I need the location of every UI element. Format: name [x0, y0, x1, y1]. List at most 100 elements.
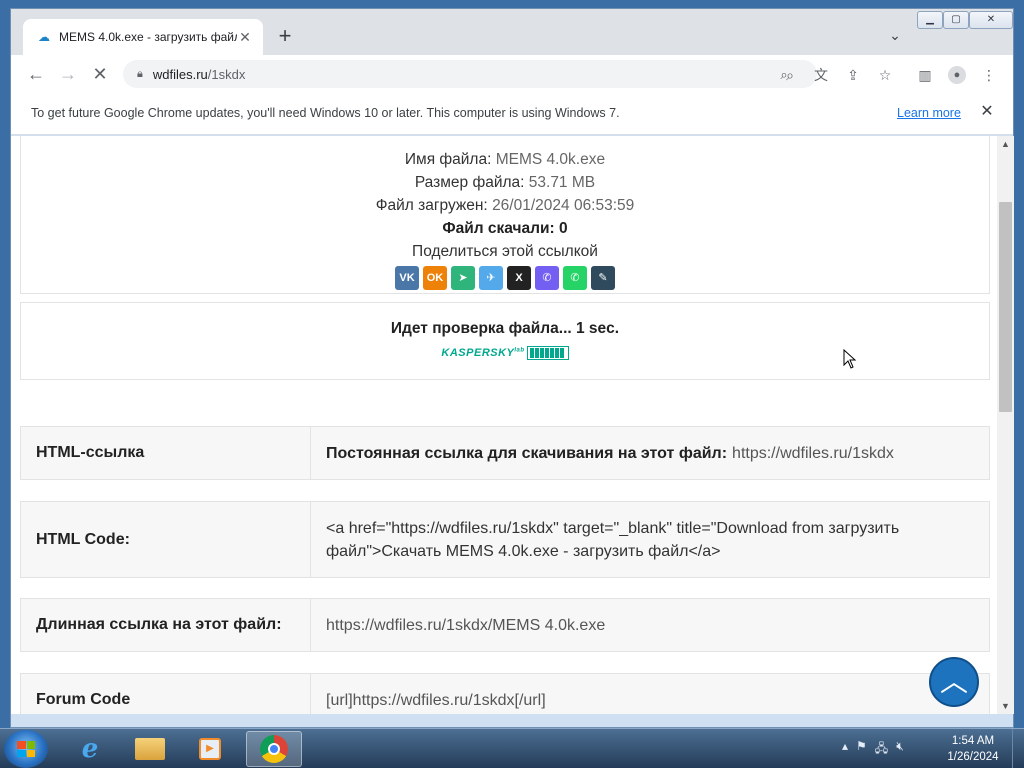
infobar-close-icon[interactable]: ✕	[977, 102, 997, 122]
long-link-value[interactable]: https://wdfiles.ru/1skdx/MEMS 4.0k.exe	[311, 599, 989, 651]
browser-tab[interactable]: ☁ MEMS 4.0k.exe - загрузить файл ✕	[23, 19, 263, 55]
url-host: wdfiles.ru	[152, 66, 208, 82]
x-twitter-icon[interactable]: X	[507, 266, 531, 290]
table-row-html-code: HTML Code: <a href="https://wdfiles.ru/1…	[20, 501, 990, 578]
progress-segment	[539, 348, 544, 358]
progress-segment	[544, 348, 549, 358]
file-uploaded-line: Файл загружен: 26/01/2024 06:53:59	[21, 194, 989, 217]
stop-loading-icon[interactable]: ✕	[89, 63, 111, 85]
start-button[interactable]	[4, 730, 48, 768]
forward-arrow-icon[interactable]: →	[57, 63, 79, 85]
odnoklassniki-icon[interactable]: OK	[423, 266, 447, 290]
file-size-label: Размер файла:	[414, 174, 525, 191]
url-text: wdfiles.ru/1skdx	[153, 67, 246, 82]
profile-avatar-icon[interactable]: ●	[948, 66, 966, 84]
file-name-value: MEMS 4.0k.exe	[495, 151, 606, 168]
row-strong-text: Постоянная ссылка для скачивания на этот…	[326, 444, 728, 462]
taskbar-clock[interactable]: 1:54 AM 1/26/2024	[938, 733, 1008, 765]
chrome-icon	[260, 735, 288, 763]
chrome-menu-icon[interactable]: ⋮	[980, 66, 998, 84]
page-viewport: Имя файла: MEMS 4.0k.exe Размер файла: 5…	[11, 136, 997, 714]
windows-taskbar: e ▶ ▴ ⚑ 🖧︎ 🔇︎ 1:54 AM 1/26/2024	[0, 728, 1024, 768]
scan-progress-bar	[526, 346, 569, 360]
scroll-down-icon[interactable]: ▼	[997, 698, 1014, 714]
table-row-html-link: HTML-ссылка Постоянная ссылка для скачив…	[20, 426, 990, 480]
html-code-value[interactable]: <a href="https://wdfiles.ru/1skdx" targe…	[311, 502, 989, 577]
file-size-line: Размер файла: 53.71 MB	[21, 171, 989, 194]
long-link-text[interactable]: https://wdfiles.ru/1skdx/MEMS 4.0k.exe	[326, 614, 605, 637]
kaspersky-logo: KASPERSKYlab	[441, 347, 525, 359]
taskbar-media-player-button[interactable]: ▶	[182, 731, 238, 767]
html-code-text[interactable]: <a href="https://wdfiles.ru/1skdx" targe…	[326, 517, 974, 563]
progress-segment	[534, 348, 539, 358]
new-tab-button[interactable]: +	[273, 25, 297, 49]
search-icon[interactable]: ⌕	[781, 66, 799, 84]
folder-icon	[135, 738, 165, 760]
row-label: HTML-ссылка	[21, 427, 311, 479]
permanent-link[interactable]: https://wdfiles.ru/1skdx	[732, 442, 894, 465]
internet-explorer-icon: e	[81, 734, 99, 764]
viber-icon[interactable]: ✆	[535, 266, 559, 290]
action-center-icon[interactable]: ⚑	[856, 739, 867, 760]
back-arrow-icon[interactable]: ←	[25, 63, 47, 85]
row-value[interactable]: Постоянная ссылка для скачивания на этот…	[311, 427, 989, 479]
clock-time: 1:54 AM	[951, 735, 995, 747]
mouse-cursor-icon	[843, 349, 857, 369]
address-bar[interactable]: 🔒︎ wdfiles.ru/1skdx ⌕	[123, 60, 817, 88]
site-info-icon[interactable]: 🔒︎	[137, 68, 143, 81]
forum-code-value[interactable]: [url]https://wdfiles.ru/1skdx[/url]	[311, 674, 989, 714]
media-player-icon: ▶	[199, 738, 221, 760]
mail-share-icon[interactable]: ➤	[451, 266, 475, 290]
row-label: Forum Code	[21, 674, 311, 714]
table-row-forum-code: Forum Code [url]https://wdfiles.ru/1skdx…	[20, 673, 990, 714]
progress-segment	[554, 348, 559, 358]
share-icon[interactable]: ⇪	[844, 66, 862, 84]
taskbar-explorer-button[interactable]	[122, 731, 178, 767]
network-icon[interactable]: 🖧︎	[875, 739, 888, 760]
scroll-to-top-button[interactable]: ︿	[929, 657, 979, 707]
forum-code-text[interactable]: [url]https://wdfiles.ru/1skdx[/url]	[326, 689, 546, 712]
file-size-value: 53.71 MB	[528, 174, 596, 191]
progress-segment	[559, 348, 564, 358]
vk-icon[interactable]: VK	[395, 266, 419, 290]
site-favicon-icon: ☁	[38, 30, 50, 44]
update-infobar: To get future Google Chrome updates, you…	[11, 93, 1013, 135]
taskbar-ie-button[interactable]: e	[62, 731, 118, 767]
download-count: Файл скачали: 0	[442, 220, 568, 237]
livejournal-icon[interactable]: ✎	[591, 266, 615, 290]
file-uploaded-label: Файл загружен:	[375, 197, 488, 214]
bookmark-star-icon[interactable]: ☆	[876, 66, 894, 84]
learn-more-link[interactable]: Learn more	[897, 106, 961, 120]
scroll-up-icon[interactable]: ▲	[997, 136, 1014, 152]
share-label: Поделиться этой ссылкой	[412, 243, 598, 260]
tab-search-chevron-icon[interactable]: ⌄	[885, 27, 905, 47]
tab-close-icon[interactable]: ✕	[237, 29, 253, 45]
system-tray: ▴ ⚑ 🖧︎ 🔇︎	[842, 739, 904, 760]
browser-toolbar: ← → ✕ 🔒︎ wdfiles.ru/1skdx ⌕ ⌕ 文 ⇪ ☆ ▥ ● …	[11, 55, 1013, 93]
volume-muted-icon[interactable]: 🔇︎	[896, 739, 904, 760]
infobar-message: To get future Google Chrome updates, you…	[31, 106, 620, 120]
windows-logo-icon	[17, 741, 35, 757]
show-hidden-icons-icon[interactable]: ▴	[842, 739, 848, 760]
table-row-long-link: Длинная ссылка на этот файл: https://wdf…	[20, 598, 990, 652]
row-label: Длинная ссылка на этот файл:	[21, 599, 311, 651]
progress-segment	[529, 348, 534, 358]
taskbar-chrome-button[interactable]	[246, 731, 302, 767]
check-status-text: Идет проверка файла... 1 sec.	[390, 320, 620, 337]
translate-icon[interactable]: 文	[812, 66, 830, 84]
show-desktop-button[interactable]	[1012, 729, 1024, 768]
tab-title: MEMS 4.0k.exe - загрузить файл	[59, 30, 237, 44]
side-panel-icon[interactable]: ▥	[916, 66, 934, 84]
browser-window: ☁ MEMS 4.0k.exe - загрузить файл ✕ + ⌄ ▁…	[10, 8, 1014, 728]
maximize-button[interactable]: ▢	[943, 11, 969, 29]
file-name-line: Имя файла: MEMS 4.0k.exe	[21, 148, 989, 171]
scrollbar-thumb[interactable]	[999, 202, 1012, 412]
close-window-button[interactable]: ✕	[969, 11, 1013, 29]
minimize-button[interactable]: ▁	[917, 11, 943, 29]
whatsapp-icon[interactable]: ✆	[563, 266, 587, 290]
progress-segment	[549, 348, 554, 358]
tab-strip: ☁ MEMS 4.0k.exe - загрузить файл ✕ + ⌄ ▁…	[11, 9, 1013, 55]
vertical-scrollbar[interactable]: ▲ ▼	[997, 136, 1014, 714]
telegram-icon[interactable]: ✈	[479, 266, 503, 290]
row-label: HTML Code:	[21, 502, 311, 577]
